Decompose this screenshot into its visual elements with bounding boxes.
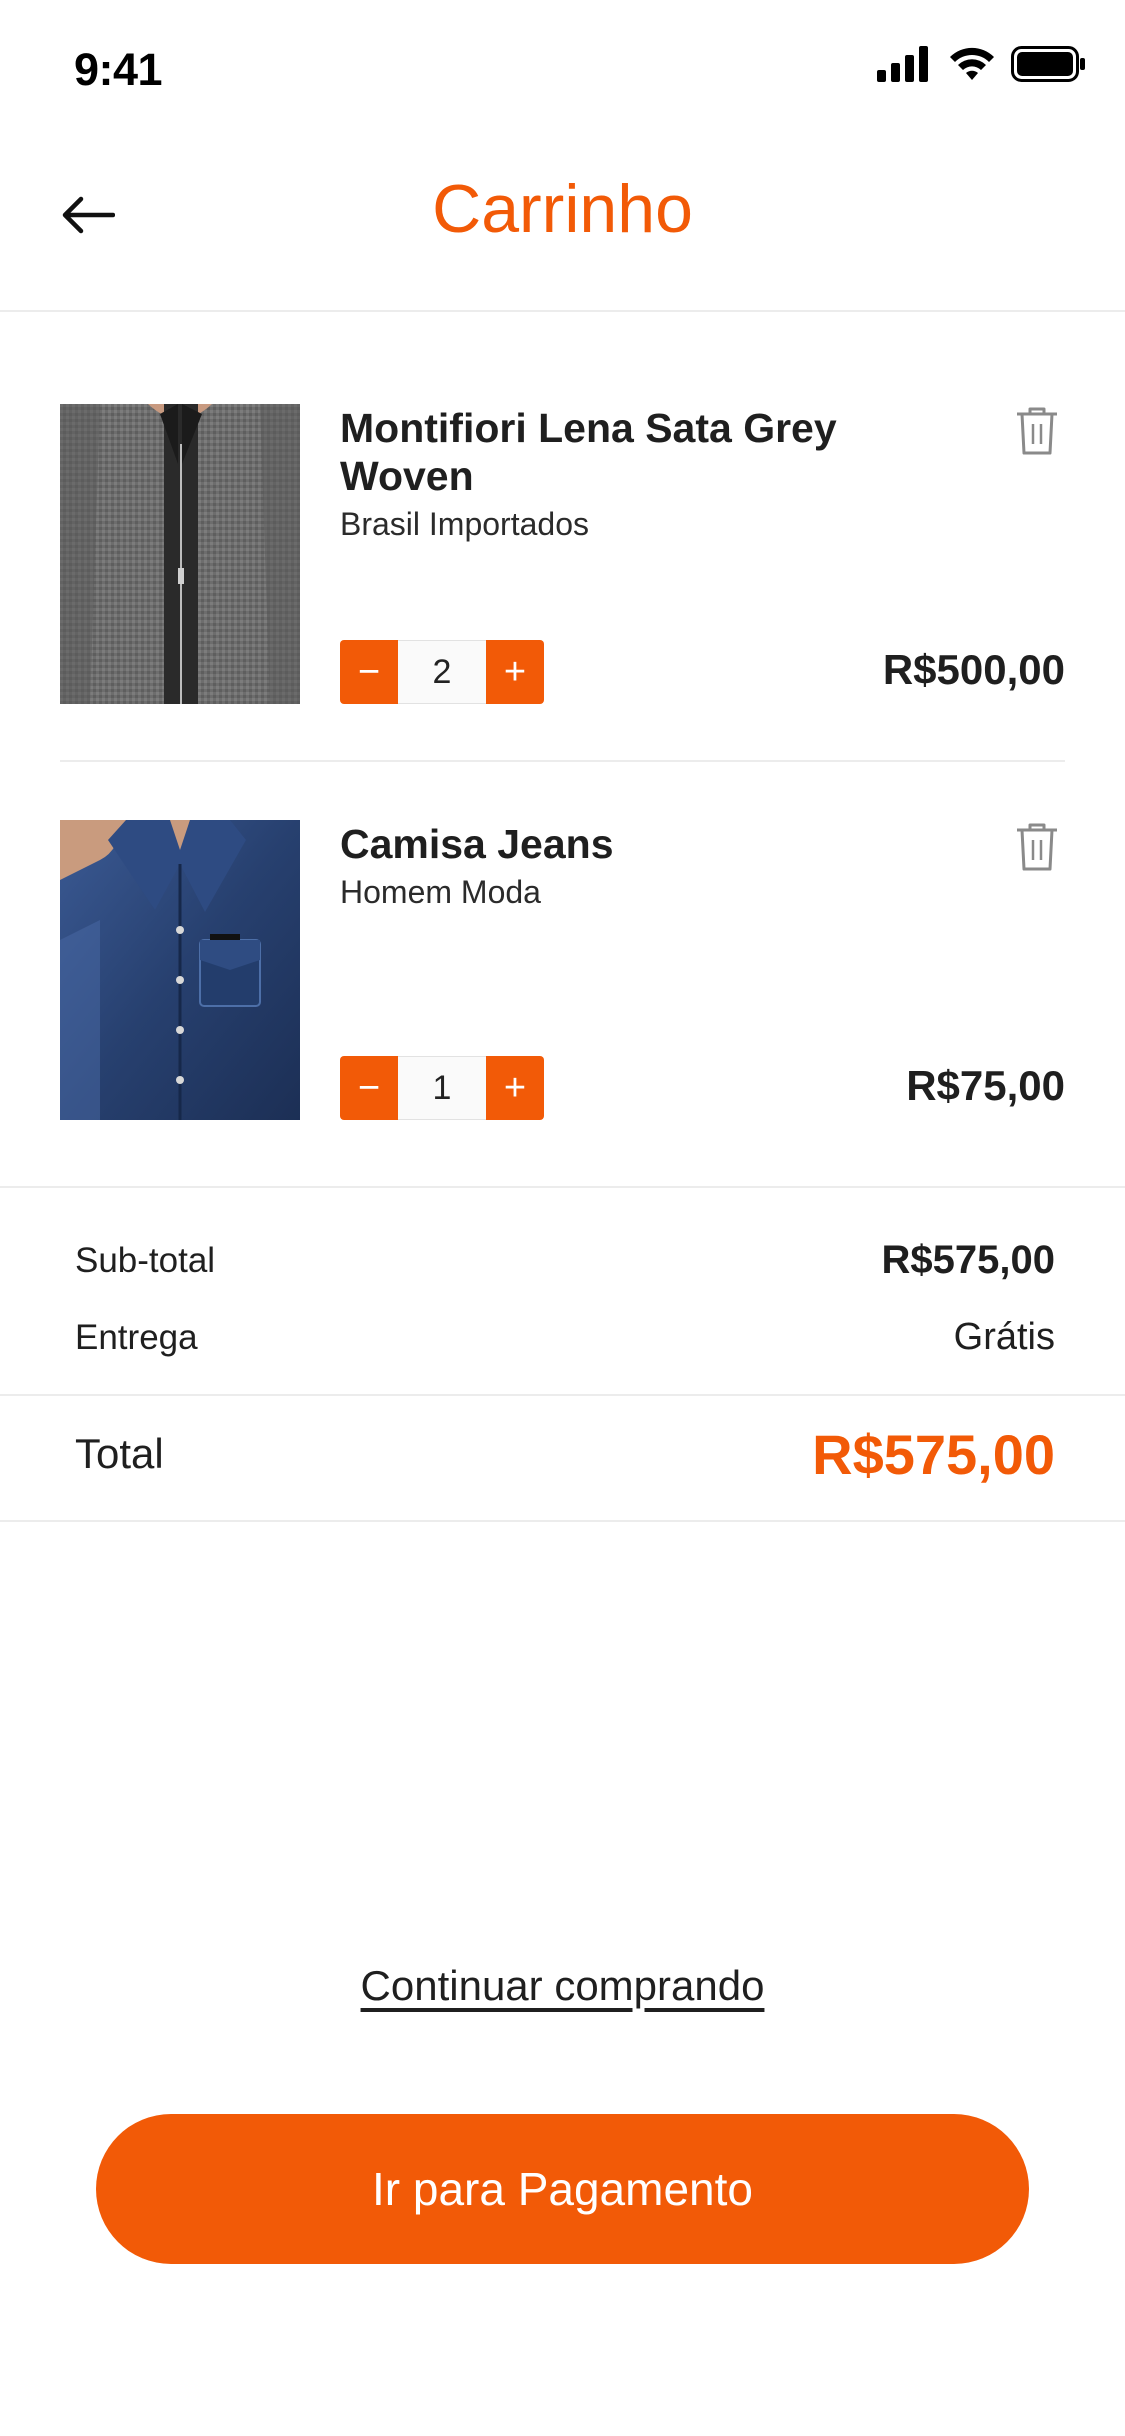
increase-quantity-button[interactable]: + [486, 1056, 544, 1120]
subtotal-row: Sub-total R$575,00 [75, 1238, 1055, 1283]
page-title: Carrinho [432, 171, 693, 247]
remove-item-button[interactable] [1009, 402, 1065, 458]
product-brand: Brasil Importados [340, 506, 589, 542]
product-name[interactable]: Camisa Jeans [340, 820, 860, 868]
total-value: R$575,00 [812, 1423, 1055, 1486]
cart-item: Montifiori Lena Sata Grey Woven Brasil I… [60, 404, 1065, 762]
product-image[interactable] [60, 820, 300, 1120]
subtotal-label: Sub-total [75, 1240, 216, 1280]
product-price: R$500,00 [882, 646, 1065, 693]
delivery-value: Grátis [953, 1316, 1055, 1358]
header: Carrinho [0, 150, 1125, 312]
quantity-stepper: − 2 + [340, 640, 544, 704]
remove-item-button[interactable] [1009, 818, 1065, 874]
product-price: R$75,00 [906, 1062, 1065, 1109]
product-brand: Homem Moda [340, 874, 541, 910]
continue-shopping-link[interactable]: Continuar comprando [0, 1962, 1125, 2010]
status-bar: 9:41 [0, 0, 1125, 140]
wifi-icon [950, 47, 994, 80]
total-row: Total R$575,00 [0, 1394, 1125, 1522]
denim-shirt-photo [60, 820, 300, 1120]
decrease-quantity-button[interactable]: − [340, 640, 398, 704]
product-name[interactable]: Montifiori Lena Sata Grey Woven [340, 404, 860, 500]
quantity-value[interactable]: 2 [398, 640, 486, 704]
signal-icon [877, 46, 928, 82]
product-image[interactable] [60, 404, 300, 704]
go-to-payment-button[interactable]: Ir para Pagamento [96, 2114, 1029, 2264]
order-summary: Sub-total R$575,00 Entrega Grátis [0, 1186, 1125, 1358]
increase-quantity-button[interactable]: + [486, 640, 544, 704]
battery-icon [1011, 46, 1085, 82]
delivery-label: Entrega [75, 1317, 198, 1357]
cart-item: Camisa Jeans Homem Moda − 1 + R$75,00 [60, 820, 1065, 1120]
grey-knit-jacket-photo [60, 404, 300, 704]
trash-icon [1017, 407, 1057, 455]
trash-icon [1017, 823, 1057, 871]
delivery-row: Entrega Grátis [75, 1316, 1055, 1359]
total-label: Total [75, 1430, 164, 1477]
subtotal-value: R$575,00 [881, 1238, 1055, 1282]
status-time: 9:41 [74, 44, 163, 95]
quantity-value[interactable]: 1 [398, 1056, 486, 1120]
status-icons [877, 46, 1087, 82]
quantity-stepper: − 1 + [340, 1056, 544, 1120]
decrease-quantity-button[interactable]: − [340, 1056, 398, 1120]
